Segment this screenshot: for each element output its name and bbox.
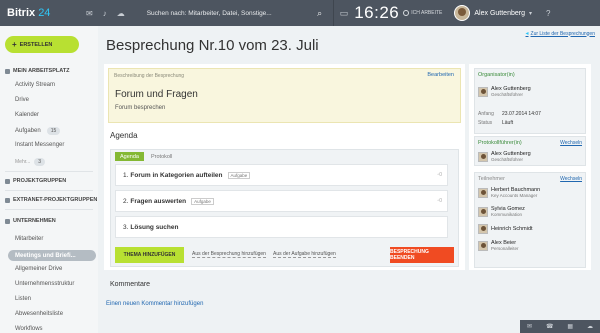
avatar xyxy=(454,5,471,21)
sidebar-item-company-structure[interactable]: Unternehmensstruktur xyxy=(15,281,74,287)
edit-link[interactable]: Bearbeiten xyxy=(427,72,454,78)
participants-heading: Teilnehmer xyxy=(478,176,505,182)
add-from-task-link[interactable]: Aus der Aufgabe hinzufügen xyxy=(273,251,336,258)
chat-icon[interactable]: ✉ xyxy=(527,323,532,330)
top-bar: Bitrix 24 ✉ ♪ ☁ Suchen nach: Mitarbeiter… xyxy=(0,0,600,26)
task-badge: Aufgabe xyxy=(227,171,251,179)
help-icon[interactable]: ? xyxy=(546,9,550,18)
organizer-heading: Organisator(in) xyxy=(478,72,515,78)
keeper-box: Protokollführer(in) Wechseln Alex Gutten… xyxy=(474,136,586,166)
sidebar-item-drive[interactable]: Drive xyxy=(15,97,29,103)
sidebar: + ERSTELLEN MEIN ARBEITSPLATZ Activity S… xyxy=(0,26,98,333)
more-count-badge: 3 xyxy=(34,158,46,166)
bell-icon[interactable]: ♪ xyxy=(103,9,107,18)
change-keeper-link[interactable]: Wechseln xyxy=(560,140,582,146)
avatar xyxy=(478,86,488,97)
meeting-info-panel: Organisator(in) Alex Guttenberg Geschäft… xyxy=(469,64,591,270)
sidebar-item-absence[interactable]: Abwesenheitsliste xyxy=(15,311,63,317)
cloud-icon[interactable]: ☁ xyxy=(117,9,125,18)
tab-agenda[interactable]: Agenda xyxy=(115,152,144,161)
chat-icon[interactable]: ✉ xyxy=(86,9,93,18)
phone-icon[interactable]: ☎ xyxy=(546,323,553,330)
start-time: Anfang 23.07.2014 14:07 xyxy=(478,111,541,117)
sidebar-item-calendar[interactable]: Kalender xyxy=(15,112,39,118)
description-body: Forum besprechen xyxy=(115,105,166,111)
comment-icon[interactable]: ▫0 xyxy=(437,198,442,204)
agenda-item[interactable]: 1. Forum in Kategorien aufteilen Aufgabe… xyxy=(115,164,448,186)
sidebar-item-workflows[interactable]: Workflows xyxy=(15,326,43,332)
participant[interactable]: Alex Beier Personalleiter xyxy=(478,240,519,251)
arrow-left-icon: ◂ xyxy=(525,31,529,37)
search-icon[interactable]: ⌕ xyxy=(313,8,327,19)
create-button[interactable]: + ERSTELLEN xyxy=(5,36,79,53)
section-workspace[interactable]: MEIN ARBEITSPLATZ xyxy=(5,68,70,74)
search-input[interactable]: Suchen nach: Mitarbeiter, Datei, Sonstig… xyxy=(147,10,313,17)
change-participants-link[interactable]: Wechseln xyxy=(560,176,582,182)
calendar-icon[interactable]: ▦ xyxy=(567,323,573,330)
comment-icon[interactable]: ▫0 xyxy=(437,172,442,178)
section-extranet[interactable]: EXTRANET-PROJEKTGRUPPEN xyxy=(5,197,97,203)
avatar xyxy=(478,240,488,251)
description-title: Forum und Fragen xyxy=(115,89,198,100)
add-comment-link[interactable]: Einen neuen Kommentar hinzufügen xyxy=(106,301,203,307)
organizer-person[interactable]: Alex Guttenberg Geschäftsführer xyxy=(478,86,531,97)
avatar xyxy=(478,151,488,162)
status: Status Läuft xyxy=(478,120,514,126)
participant[interactable]: Sylvia Gomez Kommunikation xyxy=(478,206,525,217)
cloud-icon[interactable]: ☁ xyxy=(587,323,593,330)
sidebar-item-activity-stream[interactable]: Activity Stream xyxy=(15,82,55,88)
participants-box: Teilnehmer Wechseln Herbert Bauchmann Ke… xyxy=(474,172,586,268)
sidebar-more[interactable]: Mehr... 3 xyxy=(15,158,46,166)
description-label: Beschreibung der Besprechung xyxy=(114,73,185,79)
avatar xyxy=(478,224,488,234)
clock: 16:26 xyxy=(354,3,400,22)
keeper-heading: Protokollführer(in) xyxy=(478,140,522,146)
section-projects[interactable]: PROJEKTGRUPPEN xyxy=(5,178,66,184)
menu-icon xyxy=(5,218,10,224)
agenda-item[interactable]: 3. Lösung suchen xyxy=(115,216,448,238)
tab-protocol[interactable]: Protokoll xyxy=(151,152,172,161)
user-menu[interactable]: Alex Guttenberg ▾ xyxy=(454,5,532,21)
chevron-down-icon: ▾ xyxy=(528,10,532,17)
menu-icon xyxy=(5,197,10,203)
end-meeting-button[interactable]: BESPRECHUNG BEENDEN xyxy=(390,247,454,263)
add-topic-button[interactable]: THEMA HINZUFÜGEN xyxy=(115,247,184,263)
work-day-button[interactable]: ICH ARBEITE xyxy=(403,10,442,16)
comments-heading: Kommentare xyxy=(110,281,151,288)
participant[interactable]: Herbert Bauchmann Key Accounts Manager xyxy=(478,187,540,198)
participant[interactable]: Heinrich Schmidt xyxy=(478,224,533,234)
description-box: Beschreibung der Besprechung Bearbeiten … xyxy=(108,68,461,123)
meeting-card: Beschreibung der Besprechung Bearbeiten … xyxy=(104,64,465,270)
task-badge: Aufgabe xyxy=(191,197,214,205)
menu-icon xyxy=(5,68,10,74)
play-icon xyxy=(403,10,410,16)
agenda-heading: Agenda xyxy=(110,131,138,140)
plus-icon: + xyxy=(12,40,17,49)
back-to-list-link[interactable]: ◂ Zur Liste der Besprechungen xyxy=(525,30,596,38)
sidebar-item-tasks[interactable]: Aufgaben 15 xyxy=(15,127,61,135)
keeper-person[interactable]: Alex Guttenberg Geschäftsführer xyxy=(478,151,531,162)
bottom-dock: ✉ ☎ ▦ ☁ xyxy=(520,320,600,333)
agenda-panel: Agenda Protokoll 1. Forum in Kategorien … xyxy=(110,149,459,267)
add-from-meeting-link[interactable]: Aus der Besprechung hinzufügen xyxy=(192,251,266,258)
section-company[interactable]: UNTERNEHMEN xyxy=(5,218,56,224)
sidebar-item-messenger[interactable]: Instant Messenger xyxy=(15,142,64,148)
tasks-count-badge: 15 xyxy=(46,127,61,135)
page-title: Besprechung Nr.10 vom 23. Juli xyxy=(106,37,319,54)
avatar xyxy=(478,206,488,217)
menu-icon xyxy=(5,178,10,184)
logo[interactable]: Bitrix 24 xyxy=(0,7,78,19)
sidebar-item-employees[interactable]: Mitarbeiter xyxy=(15,236,43,242)
sidebar-item-meetings[interactable]: Meetings und Briefi... xyxy=(8,250,96,261)
notifications-icon[interactable]: ▭ xyxy=(340,8,349,19)
sidebar-item-shared-drive[interactable]: Allgemeiner Drive xyxy=(15,266,62,272)
sidebar-item-lists[interactable]: Listen xyxy=(15,296,31,302)
agenda-item[interactable]: 2. Fragen auswerten Aufgabe ▫0 xyxy=(115,190,448,212)
avatar xyxy=(478,187,488,198)
